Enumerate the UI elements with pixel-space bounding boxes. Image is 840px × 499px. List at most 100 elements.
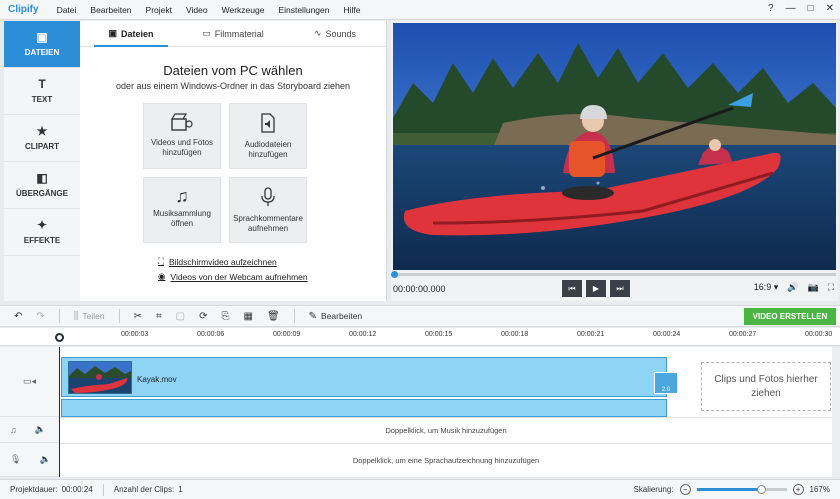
play-button[interactable]: ▶ — [586, 280, 606, 297]
volume-icon[interactable]: 🔊 — [787, 282, 798, 293]
tile-label: Musiksammlung öffnen — [153, 209, 211, 228]
zoom-value: 167% — [809, 485, 830, 494]
copy-icon[interactable]: ⎘ — [221, 311, 229, 322]
player-options: 16:9 ▾ 🔊 📷 ⛶ — [754, 282, 834, 293]
ruler-tick: 00:00:21 — [577, 331, 605, 338]
webcam-icon: ◉ — [158, 271, 166, 281]
crop-icon[interactable]: ⌗ — [156, 311, 162, 322]
tile-label: Sprachkommentare aufnehmen — [233, 214, 303, 233]
minimize-icon[interactable]: — — [786, 3, 796, 14]
nav-item-dateien[interactable]: ▣ DATEIEN — [4, 21, 80, 68]
clip-thumbnail — [68, 361, 132, 394]
zoom-out-button[interactable]: − — [679, 484, 691, 495]
video-clip[interactable]: Kayak.mov 2.0 — [61, 357, 678, 397]
menu-bar: Clipify Datei Bearbeiten Projekt Video W… — [0, 0, 840, 20]
music-lane[interactable]: Doppelklick, um Musik hinzuzufügen — [60, 417, 832, 443]
help-icon[interactable]: ? — [768, 3, 774, 14]
tab-filmmaterial[interactable]: ▭ Filmmaterial — [182, 21, 284, 46]
edit-button[interactable]: Bearbeiten — [321, 311, 362, 321]
add-videos-photos-button[interactable]: Videos und Fotos hinzufügen — [143, 103, 221, 169]
aspect-ratio-select[interactable]: 16:9 ▾ — [754, 282, 779, 293]
screen-record-link[interactable]: ⛶ Bildschirmvideo aufzeichnen — [158, 256, 308, 267]
rotate-icon[interactable]: ⟳ — [199, 311, 207, 322]
split-icon[interactable]: ⫼ — [74, 311, 79, 322]
close-icon[interactable]: ✕ — [826, 3, 834, 14]
menu-projekt[interactable]: Projekt — [146, 5, 172, 15]
zoom-slider[interactable] — [696, 485, 787, 494]
screen-capture-icon: ⛶ — [158, 256, 164, 266]
toolbar-divider — [118, 309, 120, 323]
ruler-tick: 00:00:06 — [197, 331, 225, 338]
clip-drop-zone[interactable]: Clips und Fotos hierher ziehen — [701, 362, 831, 411]
ruler-tick: 00:00:15 — [425, 331, 453, 338]
music-note-icon: ♫ — [175, 186, 189, 206]
snapshot-icon[interactable]: 📷 — [807, 282, 818, 293]
menu-bearbeiten[interactable]: Bearbeiten — [90, 5, 131, 15]
grid-icon[interactable]: ▦ — [243, 311, 252, 322]
music-track-header: ♫ 🔈 — [0, 417, 60, 443]
menu-einstellungen[interactable]: Einstellungen — [278, 5, 329, 15]
link-label: Bildschirmvideo aufzeichnen — [168, 256, 277, 267]
menu-werkzeuge[interactable]: Werkzeuge — [222, 5, 265, 15]
trash-icon[interactable]: 🗑 — [267, 311, 280, 322]
player-controls: ⏮ ▶ ⏭ — [562, 280, 630, 297]
zoom-in-button[interactable]: + — [792, 484, 804, 495]
nav-item-uebergaenge[interactable]: ◧ ÜBERGÄNGE — [4, 162, 80, 209]
tab-label: Sounds — [325, 28, 357, 39]
transition-marker[interactable]: 2.0 — [654, 372, 678, 394]
record-voice-button[interactable]: Sprachkommentare aufnehmen — [229, 177, 307, 243]
timeline-ruler[interactable]: 00:00:03 00:00:06 00:00:09 00:00:12 00:0… — [0, 328, 840, 346]
star-icon: ★ — [36, 124, 48, 138]
menu-video[interactable]: Video — [186, 5, 208, 15]
ruler-tick: 00:00:03 — [121, 331, 149, 338]
audio-file-icon — [260, 113, 276, 136]
split-button[interactable]: Teilen — [82, 311, 104, 321]
tile-label: Audiodateien hinzufügen — [244, 140, 292, 159]
microphone-icon: 🎙 — [10, 454, 22, 464]
speaker-icon[interactable]: 🔈 — [39, 454, 50, 465]
redo-icon[interactable]: ↷ — [36, 311, 44, 322]
menu-hilfe[interactable]: Hilfe — [343, 5, 360, 15]
tab-sounds[interactable]: ∿ Sounds — [284, 21, 386, 46]
undo-icon[interactable]: ↶ — [14, 311, 22, 322]
maximize-icon[interactable]: □ — [808, 3, 814, 14]
zoom-slider-handle[interactable] — [757, 485, 767, 494]
timeline-scrollbar[interactable] — [832, 347, 840, 477]
menu-datei[interactable]: Datei — [57, 5, 77, 15]
ruler-tick: 00:00:30 — [805, 331, 833, 338]
nav-label: TEXT — [31, 95, 53, 104]
webcam-record-link[interactable]: ◉ Videos von der Webcam aufnehmen — [158, 271, 308, 282]
open-music-collection-button[interactable]: ♫ Musiksammlung öffnen — [143, 177, 221, 243]
speaker-icon[interactable]: 🔈 — [35, 424, 46, 435]
scissors-icon[interactable]: ✂ — [134, 311, 142, 322]
add-audio-button[interactable]: Audiodateien hinzufügen — [229, 103, 307, 169]
music-note-icon: ♫ — [10, 424, 17, 435]
clip-count-value: 1 — [178, 485, 183, 494]
edit-icon[interactable]: ✎ — [309, 311, 317, 322]
fullscreen-icon[interactable]: ⛶ — [828, 282, 834, 293]
clip-audio-strip[interactable] — [61, 399, 667, 417]
nav-item-effekte[interactable]: ✦ EFFEKTE — [4, 209, 80, 256]
skip-forward-button[interactable]: ⏭ — [610, 280, 630, 297]
action-tiles: Videos und Fotos hinzufügen Audiodateien… — [143, 103, 323, 243]
nav-item-text[interactable]: T TEXT — [4, 68, 80, 115]
tab-dateien[interactable]: ▣ Dateien — [80, 21, 182, 47]
nav-item-clipart[interactable]: ★ CLIPART — [4, 115, 80, 162]
toolbar-divider — [293, 309, 295, 323]
zoom-slider-fill — [696, 488, 762, 491]
voice-lane[interactable]: Doppelklick, um eine Sprachaufzeichnung … — [60, 443, 832, 477]
panel-title: Dateien vom PC wählen — [163, 63, 303, 78]
playhead-handle[interactable] — [55, 333, 64, 342]
frame-icon[interactable]: ▢ — [176, 311, 185, 322]
video-preview: 00:00:00.000 ⏮ ▶ ⏭ 16:9 ▾ 🔊 📷 ⛶ — [391, 21, 838, 301]
skip-back-icon: ⏮ — [568, 283, 576, 293]
clip-count-label: Anzahl der Clips: — [113, 485, 175, 494]
create-video-button[interactable]: VIDEO ERSTELLEN — [744, 308, 836, 325]
microphone-icon — [260, 187, 276, 210]
files-panel: ▣ Dateien ▭ Filmmaterial ∿ Sounds Dateie… — [80, 21, 387, 301]
preview-video-frame[interactable] — [393, 23, 836, 270]
panel-subtitle: oder aus einem Windows-Ordner in das Sto… — [115, 81, 351, 91]
preview-scrubber[interactable] — [391, 271, 836, 278]
skip-back-button[interactable]: ⏮ — [562, 280, 582, 297]
scrubber-handle[interactable] — [391, 271, 398, 278]
